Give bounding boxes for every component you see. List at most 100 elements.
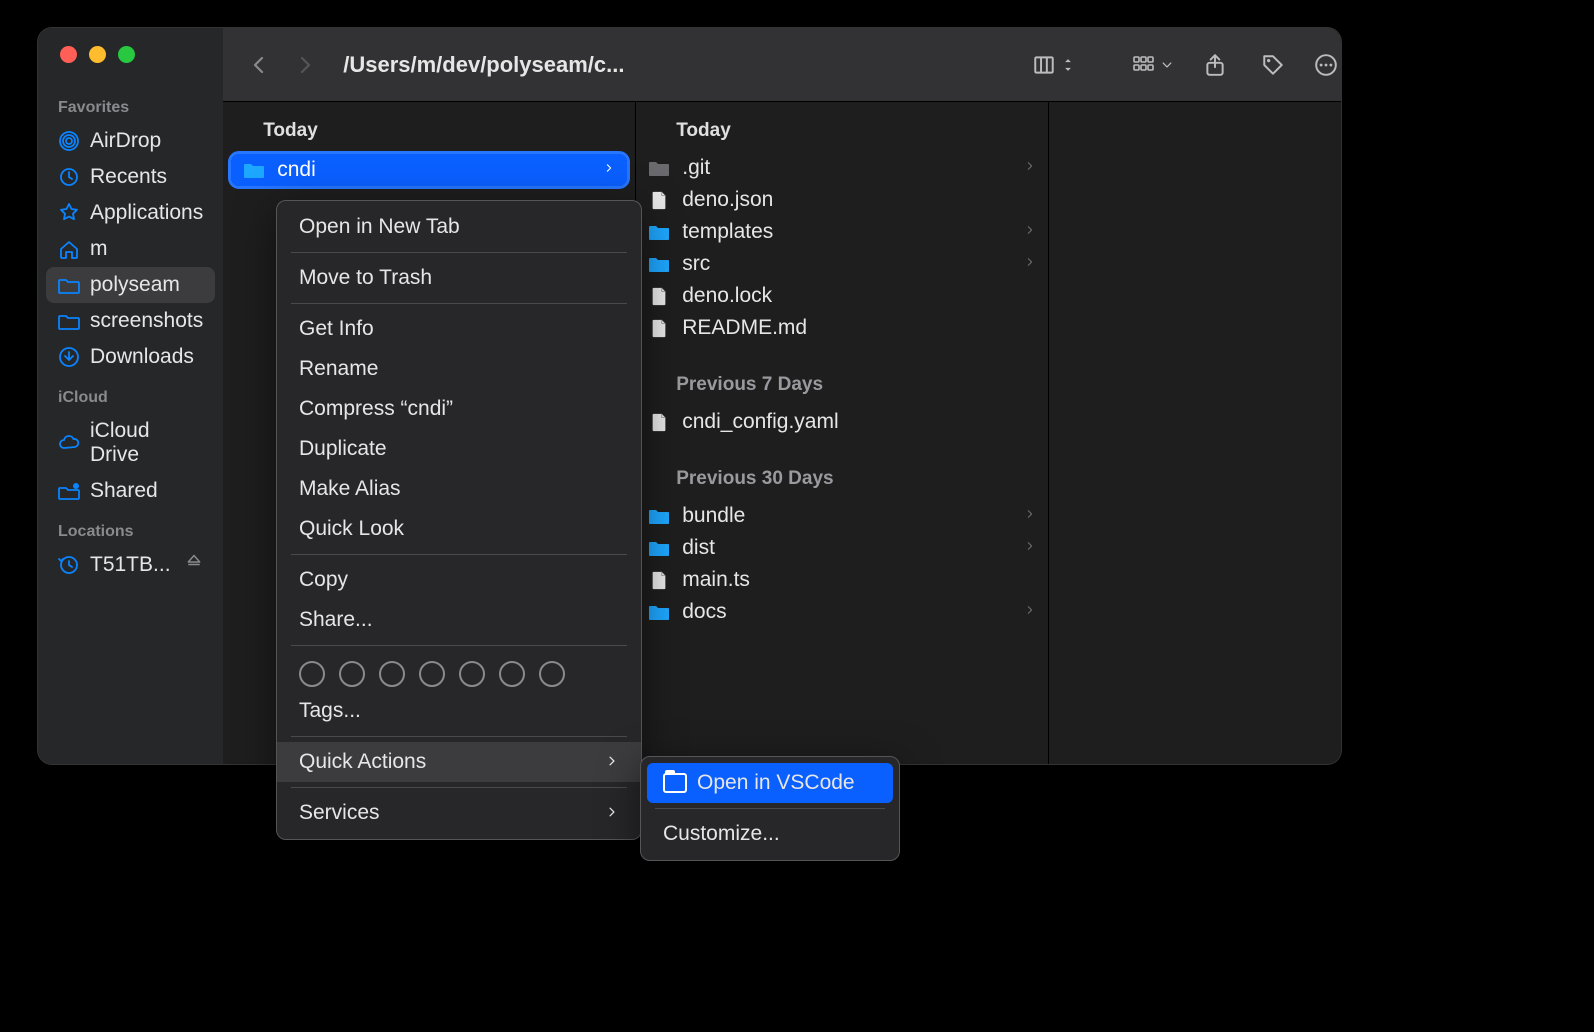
menu-rename[interactable]: Rename: [277, 349, 641, 389]
menu-compress[interactable]: Compress “cndi”: [277, 389, 641, 429]
document-icon: [648, 285, 670, 307]
file-row[interactable]: bundle: [636, 500, 1048, 532]
folder-icon: [648, 537, 670, 559]
chevron-right-icon: [1024, 255, 1036, 273]
sidebar-item-label: Applications: [90, 201, 203, 225]
menu-separator: [291, 252, 627, 253]
sidebar-item-m[interactable]: m: [46, 231, 215, 267]
sidebar-item-recents[interactable]: Recents: [46, 159, 215, 195]
cloud-icon: [58, 432, 80, 454]
nav-forward-button[interactable]: [287, 47, 323, 83]
sidebar-item-downloads[interactable]: Downloads: [46, 339, 215, 375]
sidebar-item-label: polyseam: [90, 273, 180, 297]
sidebar-item-label: m: [90, 237, 108, 261]
chevron-right-icon: [1024, 223, 1036, 241]
tag-color-option[interactable]: [379, 661, 405, 687]
file-label: src: [682, 252, 1012, 276]
sidebar-heading-locations: Locations: [46, 519, 215, 547]
folder-icon: [58, 274, 80, 296]
chevron-right-icon: [603, 161, 615, 179]
file-row[interactable]: cndi: [231, 154, 627, 186]
folder-icon: [648, 157, 670, 179]
file-row[interactable]: cndi_config.yaml: [636, 406, 1048, 438]
column-subheading: Previous 7 Days: [636, 344, 1048, 406]
document-icon: [648, 569, 670, 591]
download-icon: [58, 346, 80, 368]
sidebar-item-label: Downloads: [90, 345, 194, 369]
tags-button[interactable]: [1256, 48, 1290, 82]
menu-open-new-tab[interactable]: Open in New Tab: [277, 207, 641, 247]
file-row[interactable]: README.md: [636, 312, 1048, 344]
menu-tags[interactable]: Tags...: [277, 691, 641, 731]
menu-quick-look[interactable]: Quick Look: [277, 509, 641, 549]
menu-separator: [291, 554, 627, 555]
sidebar-item-label: Shared: [90, 479, 158, 503]
column-heading: Today: [636, 102, 1048, 152]
sidebar-item-t51tb-[interactable]: T51TB...: [46, 547, 215, 583]
tag-color-option[interactable]: [539, 661, 565, 687]
file-row[interactable]: main.ts: [636, 564, 1048, 596]
file-label: bundle: [682, 504, 1012, 528]
timemachine-icon: [58, 554, 80, 576]
menu-duplicate[interactable]: Duplicate: [277, 429, 641, 469]
menu-get-info[interactable]: Get Info: [277, 309, 641, 349]
tag-color-option[interactable]: [499, 661, 525, 687]
minimize-window-button[interactable]: [89, 46, 106, 63]
sidebar-item-label: AirDrop: [90, 129, 161, 153]
menu-separator: [291, 736, 627, 737]
document-icon: [648, 411, 670, 433]
file-label: main.ts: [682, 568, 1036, 592]
menu-quick-actions[interactable]: Quick Actions: [277, 742, 641, 782]
file-row[interactable]: deno.json: [636, 184, 1048, 216]
sidebar: Favorites AirDropRecentsApplicationsmpol…: [38, 28, 223, 764]
column-3: [1049, 102, 1341, 764]
file-row[interactable]: .git: [636, 152, 1048, 184]
menu-services[interactable]: Services: [277, 793, 641, 833]
file-row[interactable]: templates: [636, 216, 1048, 248]
tag-color-option[interactable]: [459, 661, 485, 687]
eject-icon[interactable]: [185, 553, 203, 577]
sidebar-item-label: iCloud Drive: [90, 419, 203, 467]
menu-separator: [291, 303, 627, 304]
menu-item-label: Quick Actions: [299, 750, 426, 774]
sidebar-item-applications[interactable]: Applications: [46, 195, 215, 231]
maximize-window-button[interactable]: [118, 46, 135, 63]
file-row[interactable]: docs: [636, 596, 1048, 628]
view-mode-button[interactable]: [1032, 48, 1076, 82]
submenu-customize[interactable]: Customize...: [641, 814, 899, 854]
menu-move-to-trash[interactable]: Move to Trash: [277, 258, 641, 298]
window-controls: [38, 46, 223, 85]
file-label: docs: [682, 600, 1012, 624]
folder-icon: [243, 159, 265, 181]
path-title: /Users/m/dev/polyseam/c...: [343, 52, 624, 78]
submenu-open-in-vscode[interactable]: Open in VSCode: [647, 763, 893, 803]
chevron-right-icon: [1024, 507, 1036, 525]
group-by-button[interactable]: [1130, 48, 1174, 82]
file-row[interactable]: deno.lock: [636, 280, 1048, 312]
tag-color-option[interactable]: [299, 661, 325, 687]
shared-icon: [58, 480, 80, 502]
chevron-right-icon: [1024, 603, 1036, 621]
menu-make-alias[interactable]: Make Alias: [277, 469, 641, 509]
sidebar-item-polyseam[interactable]: polyseam: [46, 267, 215, 303]
menu-share[interactable]: Share...: [277, 600, 641, 640]
airdrop-icon: [58, 130, 80, 152]
file-label: cndi: [277, 158, 591, 182]
tag-color-option[interactable]: [419, 661, 445, 687]
more-actions-button[interactable]: [1314, 48, 1341, 82]
sidebar-item-shared[interactable]: Shared: [46, 473, 215, 509]
file-label: dist: [682, 536, 1012, 560]
nav-back-button[interactable]: [241, 47, 277, 83]
file-row[interactable]: dist: [636, 532, 1048, 564]
tag-color-option[interactable]: [339, 661, 365, 687]
apps-icon: [58, 202, 80, 224]
sidebar-item-icloud-drive[interactable]: iCloud Drive: [46, 413, 215, 473]
toolbar: /Users/m/dev/polyseam/c...: [223, 28, 1341, 102]
folder-icon: [663, 773, 687, 793]
sidebar-item-screenshots[interactable]: screenshots: [46, 303, 215, 339]
close-window-button[interactable]: [60, 46, 77, 63]
share-button[interactable]: [1198, 48, 1232, 82]
file-row[interactable]: src: [636, 248, 1048, 280]
sidebar-item-airdrop[interactable]: AirDrop: [46, 123, 215, 159]
menu-copy[interactable]: Copy: [277, 560, 641, 600]
